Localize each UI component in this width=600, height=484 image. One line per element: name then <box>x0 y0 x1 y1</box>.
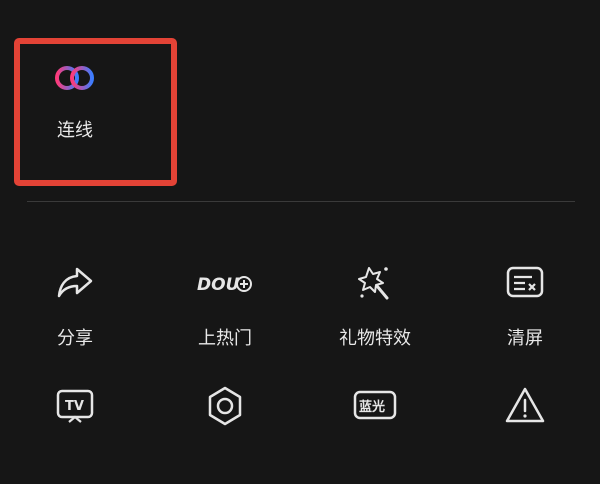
gift-effect-button[interactable]: 礼物特效 <box>315 260 435 360</box>
warning-report-icon <box>503 384 547 428</box>
blue-light-button[interactable]: 蓝光 <box>315 384 435 484</box>
share-label: 分享 <box>57 328 93 349</box>
share-arrow-icon <box>53 260 97 304</box>
hot-button[interactable]: DOU 上热门 <box>165 260 285 360</box>
hexagon-settings-icon <box>203 384 247 428</box>
clear-screen-icon <box>503 260 547 304</box>
gift-effect-label: 礼物特效 <box>339 328 411 349</box>
tv-cast-icon: TV <box>53 384 97 428</box>
report-button[interactable] <box>465 384 585 484</box>
blue-light-icon: 蓝光 <box>353 384 397 428</box>
highlight-box <box>14 38 177 186</box>
gift-effect-icon <box>353 260 397 304</box>
divider <box>27 201 575 202</box>
settings-button[interactable] <box>165 384 285 484</box>
tv-cast-button[interactable]: TV <box>15 384 135 484</box>
hot-label: 上热门 <box>198 328 252 349</box>
blue-light-text: 蓝光 <box>359 399 385 415</box>
clear-screen-button[interactable]: 清屏 <box>465 260 585 360</box>
share-button[interactable]: 分享 <box>15 260 135 360</box>
tv-text: TV <box>65 399 84 414</box>
dou-plus-icon: DOU <box>195 260 255 304</box>
dou-text: DOU <box>197 275 240 295</box>
clear-screen-label: 清屏 <box>507 328 543 349</box>
